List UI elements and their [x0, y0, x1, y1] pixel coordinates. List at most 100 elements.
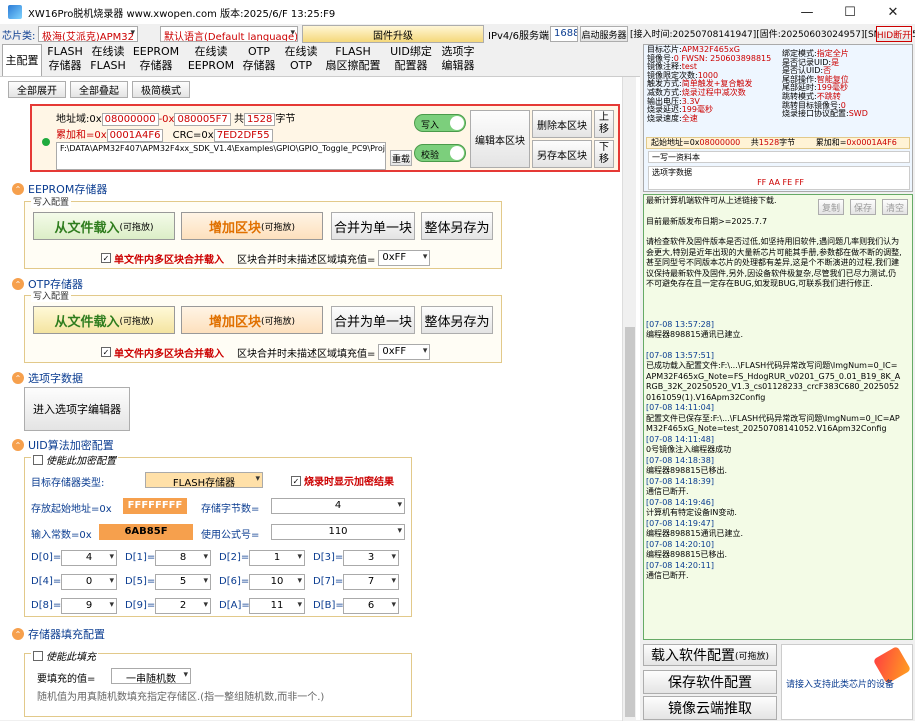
tab-online-read-eeprom[interactable]: 在线读 EEPROM: [184, 44, 238, 76]
addr-end-field[interactable]: 080005F7: [174, 113, 231, 126]
d8-select[interactable]: 9 ▾: [61, 598, 117, 614]
show-result-checkbox[interactable]: ✓ 烧录时显示加密结果: [291, 473, 394, 488]
addr-start-field[interactable]: 08000000: [101, 113, 159, 126]
group-title: 写入配置: [31, 195, 72, 208]
hid-disconnect-button[interactable]: HID断开: [876, 26, 912, 42]
tab-flash-sector-erase[interactable]: FLASH 扇区擦配置: [322, 44, 384, 76]
start-address-field[interactable]: FFFFFFFF: [123, 498, 187, 514]
load-config-button[interactable]: 载入软件配置 (可拖放): [643, 644, 777, 666]
d9-select[interactable]: 2 ▾: [155, 598, 211, 614]
scrollbar-thumb[interactable]: [625, 327, 635, 717]
collapse-all-button[interactable]: 全部叠起: [70, 81, 128, 98]
d4-label: D[4]=: [31, 576, 62, 587]
vertical-scrollbar[interactable]: [622, 77, 636, 721]
log-timestamp: [07-08 13:57:28]: [646, 319, 714, 329]
checkbox-checked-icon[interactable]: ✓: [291, 475, 301, 486]
port-input[interactable]: 16888: [550, 26, 578, 42]
write-toggle[interactable]: 写入: [414, 114, 466, 132]
d3-select[interactable]: 3 ▾: [343, 550, 399, 566]
move-down-button[interactable]: 下 移: [594, 140, 614, 168]
bytes-select[interactable]: 4 ▾: [271, 498, 405, 514]
start-server-button[interactable]: 启动服务器: [580, 26, 628, 42]
otp-add-block-button[interactable]: 增加区块 (可拖放): [181, 306, 323, 334]
eeprom-fill-select[interactable]: 0xFF ▾: [378, 250, 431, 266]
tab-eeprom-storage[interactable]: EEPROM 存储器: [130, 44, 182, 76]
eeprom-add-block-button[interactable]: 增加区块 (可拖放): [181, 212, 323, 240]
delete-block-button[interactable]: 删除本区块: [532, 110, 592, 138]
collapse-icon: ⌃: [12, 439, 24, 451]
fill-config-group: 使能此填充 要填充的值= 一串随机数 ▾ 随机值为用真随机数填充指定存储区.(指一…: [24, 648, 412, 717]
constant-field[interactable]: 6AB85F: [99, 524, 193, 540]
chevron-down-icon: ▾: [203, 600, 208, 610]
reload-button[interactable]: 重载: [390, 150, 412, 166]
checkbox-unchecked-icon[interactable]: [33, 454, 43, 465]
d0-select[interactable]: 4 ▾: [61, 550, 117, 566]
tab-online-read-otp[interactable]: 在线读 OTP: [280, 44, 322, 76]
tab-online-read-flash[interactable]: 在线读 FLASH: [86, 44, 130, 76]
fill-section-header[interactable]: ⌃ 存储器填充配置: [12, 626, 105, 642]
tab-uid-binding[interactable]: UID绑定 配置器: [386, 44, 436, 76]
db-select[interactable]: 6 ▾: [343, 598, 399, 614]
file-path-field[interactable]: F:\DATA\APM32F407\APM32F4xx_SDK_V1.4\Exa…: [56, 142, 386, 170]
option-section-header[interactable]: ⌃ 选项字数据: [12, 370, 83, 386]
log-line: 目前最新版发布日期>=2025.7.7: [646, 216, 768, 226]
firmware-upgrade-button[interactable]: 固件升级: [302, 25, 484, 43]
otp-merge-button[interactable]: 合并为单一块: [331, 306, 415, 334]
checkbox-checked-icon[interactable]: ✓: [101, 347, 111, 357]
log-timestamp: [07-08 14:18:38]: [646, 455, 714, 465]
save-config-button[interactable]: 保存软件配置: [643, 670, 777, 694]
edit-block-button[interactable]: 编辑本区块: [470, 110, 530, 168]
log-timestamp: [07-08 14:19:47]: [646, 518, 714, 528]
target-storage-select[interactable]: FLASH存储器 ▾: [145, 472, 263, 488]
save-block-button[interactable]: 另存本区块: [532, 140, 592, 168]
fill-value-select[interactable]: 一串随机数 ▾: [111, 668, 191, 684]
close-button[interactable]: ✕: [872, 0, 914, 24]
btn-label: 从文件载入: [54, 220, 120, 236]
move-up-button[interactable]: 上 移: [594, 110, 614, 138]
checkbox-unchecked-icon[interactable]: [33, 650, 43, 661]
tab-main-config[interactable]: 主配置: [2, 44, 42, 76]
d5-select[interactable]: 5 ▾: [155, 574, 211, 590]
d7-select[interactable]: 7 ▾: [343, 574, 399, 590]
minimize-button[interactable]: —: [786, 0, 828, 24]
fill-enable-checkbox[interactable]: 使能此填充: [31, 648, 98, 663]
otp-fill-select[interactable]: 0xFF ▾: [378, 344, 431, 360]
maximize-button[interactable]: ☐: [829, 0, 871, 24]
option-editor-button[interactable]: 进入选项字编辑器: [24, 387, 130, 431]
d1-select[interactable]: 8 ▾: [155, 550, 211, 566]
otp-merge-checkbox-row[interactable]: ✓ 单文件内多区块合并载入 区块合并时未描述区域填充值= 0xFF ▾: [101, 344, 431, 360]
expand-all-button[interactable]: 全部展开: [8, 81, 66, 98]
d2-select[interactable]: 1 ▾: [249, 550, 305, 566]
btn-hint: (可拖放): [119, 316, 154, 327]
uid-section-header[interactable]: ⌃ UID算法加密配置: [12, 437, 114, 453]
d7-label: D[7]=: [313, 576, 344, 587]
formula-label: 使用公式号=: [201, 530, 260, 541]
connect-device-link[interactable]: 请接入支持此类芯片的设备: [786, 677, 894, 690]
language-select[interactable]: 默认语言(Default language) ▾: [160, 26, 298, 42]
otp-save-all-button[interactable]: 整体另存为: [421, 306, 493, 334]
eeprom-save-all-button[interactable]: 整体另存为: [421, 212, 493, 240]
d4-select[interactable]: 0 ▾: [61, 574, 117, 590]
chip-select[interactable]: 极海(艾派克)APM32 ▾: [38, 26, 138, 42]
otp-write-config: 写入配置 从文件载入 (可拖放) 增加区块 (可拖放) 合并为单一块 整体另存为 ✓…: [24, 289, 502, 363]
otp-load-file-button[interactable]: 从文件载入 (可拖放): [33, 306, 175, 334]
verify-toggle[interactable]: 校验: [414, 144, 466, 162]
eeprom-load-file-button[interactable]: 从文件载入 (可拖放): [33, 212, 175, 240]
simple-mode-button[interactable]: 极简模式: [132, 81, 190, 98]
cloud-image-button[interactable]: 镜像云端推取: [643, 696, 777, 720]
checksum-row: 累加和=0x 0001A4F6 CRC=0x 7ED2DF55: [56, 126, 273, 142]
d-value: 1: [273, 552, 281, 563]
tab-flash-storage[interactable]: FLASH 存储器: [44, 44, 86, 76]
tab-otp-storage[interactable]: OTP 存储器: [238, 44, 280, 76]
eeprom-merge-checkbox-row[interactable]: ✓ 单文件内多区块合并载入 区块合并时未描述区域填充值= 0xFF ▾: [101, 250, 431, 266]
d6-select[interactable]: 10 ▾: [249, 574, 305, 590]
tab-option-byte-editor[interactable]: 选项字 编辑器: [436, 44, 480, 76]
uid-enable-checkbox[interactable]: 使能此加密配置: [31, 452, 118, 467]
eeprom-merge-button[interactable]: 合并为单一块: [331, 212, 415, 240]
da-select[interactable]: 11 ▾: [249, 598, 305, 614]
config-summary: 目标芯片:APM32F465xG 镜像号:0 FWSN: 25060389881…: [643, 44, 913, 192]
connect-device-area[interactable]: 请接入支持此类芯片的设备: [781, 644, 913, 720]
checkbox-checked-icon[interactable]: ✓: [101, 253, 111, 263]
formula-select[interactable]: 110 ▾: [271, 524, 405, 540]
